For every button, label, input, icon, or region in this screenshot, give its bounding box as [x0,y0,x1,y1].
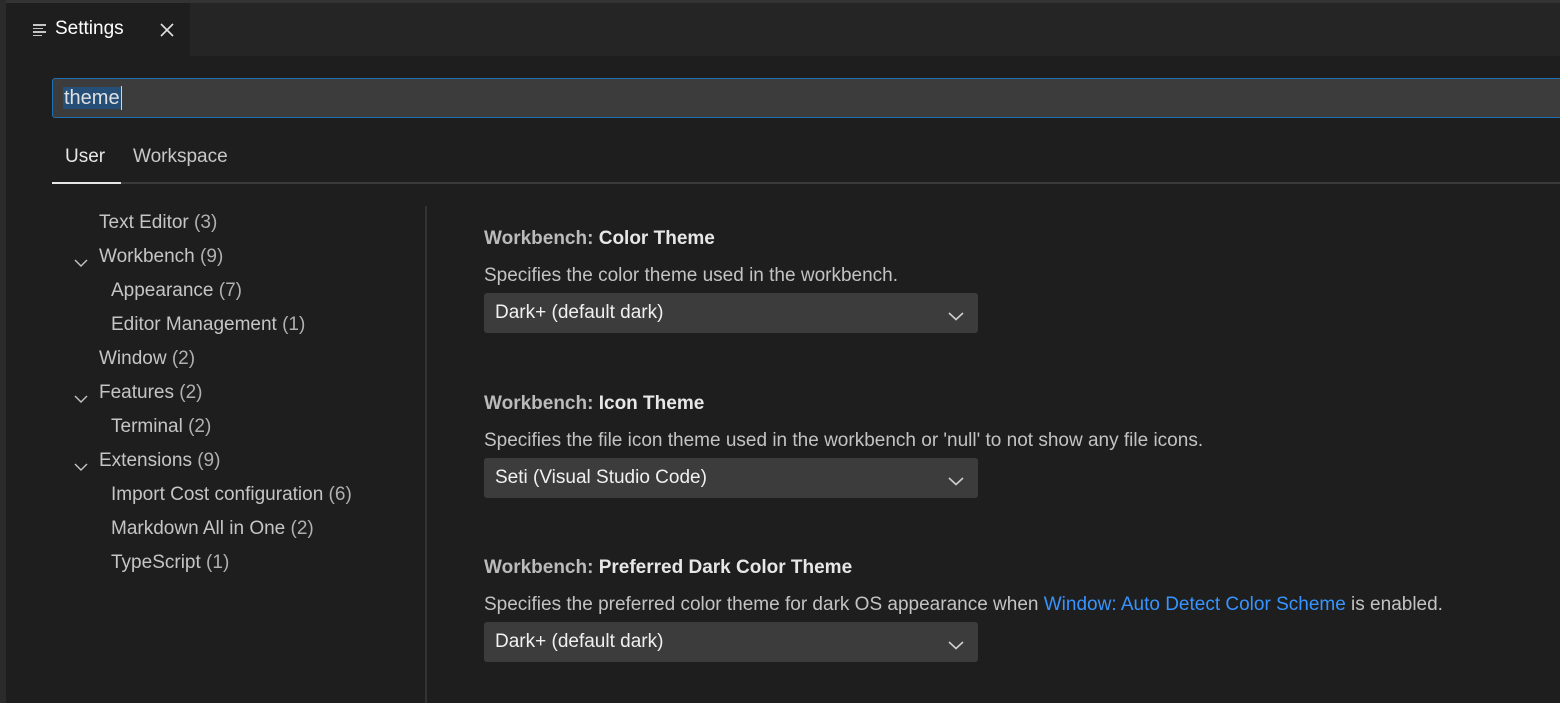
chevron-down-icon [948,473,964,486]
toc-item-count: (9) [197,450,221,471]
toc-item-count: (2) [188,416,212,437]
tab-workspace[interactable]: Workspace [133,146,228,168]
setting-description: Specifies the color theme used in the wo… [484,265,898,287]
toc-item[interactable]: Workbench (9) [99,246,223,268]
toc-item[interactable]: Text Editor (3) [99,212,217,234]
toc-item-label: Terminal [111,416,183,437]
chevron-down-icon [948,308,964,321]
toc-item-count: (2) [290,518,314,539]
description-text: Specifies the preferred color theme for … [484,594,1044,615]
toc-item-count: (3) [194,212,218,233]
setting-item: Workbench: Preferred Dark Color Theme Spe… [484,557,1443,662]
chevron-down-icon[interactable] [74,391,88,403]
toc-item-label: Import Cost configuration [111,484,324,505]
search-query: theme [63,87,121,109]
setting-title: Workbench: Color Theme [484,228,715,250]
setting-category: Workbench: [484,228,599,249]
toc-item-label: Text Editor [99,212,189,233]
toc-item-label: Extensions [99,450,192,471]
chevron-down-icon [948,637,964,650]
toc-item[interactable]: TypeScript (1) [111,552,229,574]
toc-item[interactable]: Terminal (2) [111,416,211,438]
settings-search-input[interactable]: theme [52,78,1560,118]
setting-item: Workbench: Color Theme Specifies the colo… [484,228,978,333]
description-text-after: is enabled. [1345,594,1443,615]
setting-name: Color Theme [598,228,715,249]
toc-item[interactable]: Import Cost configuration (6) [111,484,352,506]
toc-item-count: (1) [206,552,230,573]
setting-title: Workbench: Icon Theme [484,393,704,415]
toc-item-label: Appearance [111,280,214,301]
toc-item-label: Workbench [99,246,195,267]
toc-item[interactable]: Features (2) [99,382,203,404]
description-text: Specifies the file icon theme used in th… [484,430,1204,451]
scope-tabs-divider [52,182,1560,184]
setting-title: Workbench: Preferred Dark Color Theme [484,557,852,579]
tab-title: Settings [55,18,124,39]
settings-list-icon [33,24,47,36]
chevron-down-icon[interactable] [74,255,88,267]
setting-description: Specifies the file icon theme used in th… [484,430,1203,452]
toc-item-label: Features [99,382,174,403]
setting-dropdown[interactable]: Dark+ (default dark) [484,293,978,333]
close-icon[interactable] [156,19,178,41]
dropdown-value: Seti (Visual Studio Code) [495,467,707,488]
dropdown-value: Dark+ (default dark) [495,302,664,323]
activity-edge [0,0,6,703]
editor-tab-bar: Settings [6,3,1560,56]
chevron-down-icon[interactable] [74,459,88,471]
toc-item-label: Window [99,348,167,369]
setting-dropdown[interactable]: Seti (Visual Studio Code) [484,458,978,498]
toc-item-count: (2) [171,348,196,369]
toc-item[interactable]: Window (2) [99,348,195,370]
toc-item[interactable]: Editor Management (1) [111,314,305,336]
toc-item-label: Markdown All in One [111,518,286,539]
setting-category: Workbench: [484,393,599,414]
toc-item[interactable]: Markdown All in One (2) [111,518,314,540]
toc-item-count: (2) [179,382,203,403]
toc-item-label: TypeScript [111,552,201,573]
setting-description: Specifies the preferred color theme for … [484,594,1443,616]
setting-name: Preferred Dark Color Theme [598,557,853,578]
description-text: Specifies the color theme used in the wo… [484,265,899,286]
settings-editor-tab[interactable]: Settings [6,3,190,56]
setting-category: Workbench: [484,557,599,578]
toc-divider [425,206,427,703]
setting-name: Icon Theme [598,393,705,414]
setting-item: Workbench: Icon Theme Specifies the file … [484,393,1203,498]
setting-link[interactable]: Window: Auto Detect Color Scheme [1044,594,1346,615]
toc-item-count: (1) [282,314,306,335]
active-tab-indicator [52,182,121,184]
toc-item[interactable]: Appearance (7) [111,280,242,302]
setting-dropdown[interactable]: Dark+ (default dark) [484,622,978,662]
settings-scope-tabs: User Workspace [52,140,1560,184]
toc-item-label: Editor Management [111,314,277,335]
toc-item-count: (9) [200,246,224,267]
toc-item[interactable]: Extensions (9) [99,450,220,472]
toc-item-count: (6) [328,484,352,505]
dropdown-value: Dark+ (default dark) [495,631,664,652]
tab-user[interactable]: User [65,146,105,168]
toc-item-count: (7) [218,280,242,301]
text-caret [120,86,122,110]
